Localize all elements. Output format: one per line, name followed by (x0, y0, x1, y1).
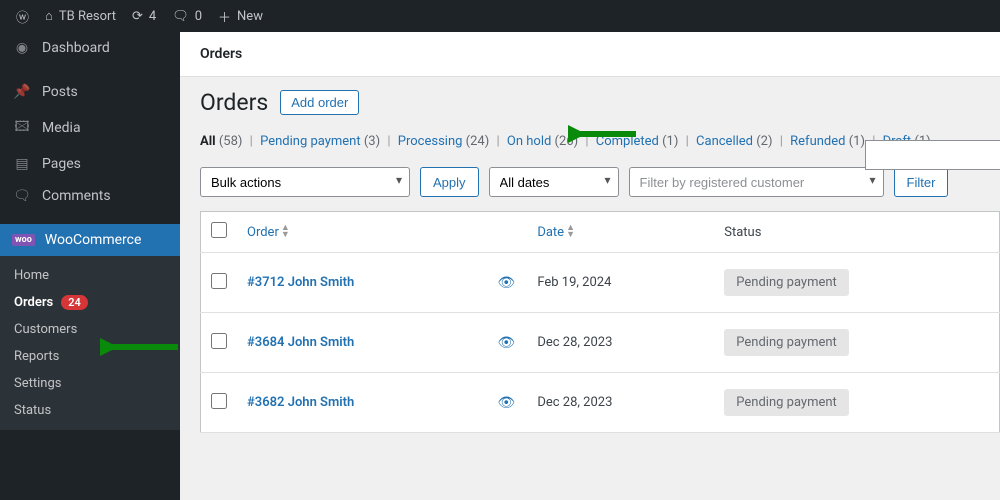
home-icon: ⌂ (45, 8, 53, 24)
status-badge: Pending payment (724, 269, 849, 296)
order-date: Feb 19, 2024 (527, 253, 714, 313)
sort-icon: ▲▼ (566, 225, 575, 239)
sidebar-submenu: Home Orders 24 Customers Reports Settings… (0, 256, 180, 430)
order-date: Dec 28, 2023 (527, 373, 714, 433)
sidebar-sub-reports[interactable]: Reports (0, 343, 180, 370)
table-row: #3712 John Smith 👁 Feb 19, 2024 Pending … (201, 253, 1000, 313)
sidebar-item-comments[interactable]: 🗨 Comments (0, 180, 180, 212)
comments-count: 0 (195, 9, 202, 24)
search-input[interactable] (865, 140, 1000, 170)
preview-eye-icon[interactable]: 👁 (497, 395, 515, 411)
status-badge: Pending payment (724, 329, 849, 356)
sidebar-sub-label: Reports (14, 349, 59, 364)
comment-icon: 🗨 (12, 188, 32, 204)
site-link[interactable]: ⌂ TB Resort (37, 0, 124, 32)
orders-table: Order▲▼ Date▲▼ Status #3712 John Smith 👁… (200, 211, 1000, 433)
site-name: TB Resort (59, 9, 116, 24)
pin-icon: 📌 (12, 84, 32, 100)
wordpress-icon: ⓦ (16, 7, 29, 26)
order-link[interactable]: #3712 John Smith (247, 275, 354, 290)
filter-label[interactable]: All (200, 134, 216, 149)
filter-link[interactable]: On hold (507, 134, 551, 149)
page-title: Orders (200, 89, 268, 116)
col-order[interactable]: Order▲▼ (237, 212, 487, 253)
sidebar-sub-home[interactable]: Home (0, 262, 180, 289)
preview-eye-icon[interactable]: 👁 (497, 275, 515, 291)
sidebar-item-label: Media (42, 120, 81, 136)
col-date[interactable]: Date▲▼ (527, 212, 714, 253)
status-badge: Pending payment (724, 389, 849, 416)
sidebar-sub-status[interactable]: Status (0, 397, 180, 424)
media-icon: 🖾 (12, 116, 32, 140)
sidebar-sub-orders[interactable]: Orders 24 (0, 289, 180, 316)
wp-logo[interactable]: ⓦ (8, 0, 37, 32)
preview-eye-icon[interactable]: 👁 (497, 335, 515, 351)
new-label: New (237, 9, 263, 24)
admin-sidebar: ◉ Dashboard 📌 Posts 🖾 Media ▤ Pages 🗨 Comment… (0, 32, 180, 500)
comment-icon: 🗨 (172, 9, 189, 24)
sidebar-sub-label: Home (14, 268, 49, 283)
updates-count: 4 (149, 9, 156, 24)
sidebar-item-label: Comments (42, 188, 111, 204)
filter-link[interactable]: Completed (596, 134, 659, 149)
apply-button[interactable]: Apply (420, 167, 479, 197)
page-icon: ▤ (12, 156, 32, 172)
filter-link[interactable]: Pending payment (260, 134, 361, 149)
sidebar-item-label: Dashboard (42, 40, 110, 56)
list-toolbar: Bulk actions Apply All dates Filter by r… (200, 167, 1000, 197)
filter-button[interactable]: Filter (894, 167, 949, 197)
comments-link[interactable]: 🗨0 (164, 0, 210, 32)
sidebar-item-media[interactable]: 🖾 Media (0, 108, 180, 148)
row-checkbox[interactable] (211, 333, 227, 349)
table-row: #3682 John Smith 👁 Dec 28, 2023 Pending … (201, 373, 1000, 433)
order-link[interactable]: #3684 John Smith (247, 335, 354, 350)
select-all-checkbox[interactable] (211, 222, 227, 238)
sidebar-item-woocommerce[interactable]: woo WooCommerce (0, 224, 180, 256)
row-checkbox[interactable] (211, 393, 227, 409)
sidebar-item-dashboard[interactable]: ◉ Dashboard (0, 32, 180, 64)
bulk-actions-select[interactable]: Bulk actions (200, 167, 410, 197)
orders-badge: 24 (61, 295, 88, 310)
plus-icon: ＋ (218, 7, 231, 26)
filter-link[interactable]: Refunded (790, 134, 845, 149)
sort-icon: ▲▼ (281, 225, 290, 239)
sidebar-sub-label: Status (14, 403, 51, 418)
col-status[interactable]: Status (714, 212, 999, 253)
woo-icon: woo (12, 234, 35, 246)
sidebar-item-posts[interactable]: 📌 Posts (0, 76, 180, 108)
updates-link[interactable]: ⟳4 (124, 0, 164, 32)
customer-filter-select[interactable]: Filter by registered customer (629, 167, 884, 197)
sidebar-sub-customers[interactable]: Customers (0, 316, 180, 343)
sidebar-sub-settings[interactable]: Settings (0, 370, 180, 397)
filter-link[interactable]: Processing (398, 134, 463, 149)
order-link[interactable]: #3682 John Smith (247, 395, 354, 410)
admin-topbar: ⓦ ⌂TB Resort ⟳4 🗨0 ＋New (0, 0, 1000, 32)
sidebar-sub-label: Customers (14, 322, 77, 337)
dates-select[interactable]: All dates (489, 167, 619, 197)
sidebar-item-label: Pages (42, 156, 81, 172)
new-content-link[interactable]: ＋ New (210, 0, 271, 32)
table-row: #3684 John Smith 👁 Dec 28, 2023 Pending … (201, 313, 1000, 373)
refresh-icon: ⟳ (132, 9, 143, 24)
order-date: Dec 28, 2023 (527, 313, 714, 373)
dashboard-icon: ◉ (12, 40, 32, 56)
row-checkbox[interactable] (211, 273, 227, 289)
sidebar-item-label: WooCommerce (45, 232, 142, 248)
sidebar-item-label: Posts (42, 84, 78, 100)
sidebar-sub-label: Orders (14, 295, 53, 310)
sidebar-sub-label: Settings (14, 376, 61, 391)
filter-link[interactable]: Cancelled (696, 134, 753, 149)
main-content: Orders Orders Add order All (58) | Pendi… (180, 32, 1000, 500)
sidebar-item-pages[interactable]: ▤ Pages (0, 148, 180, 180)
add-order-button[interactable]: Add order (280, 90, 359, 115)
breadcrumb: Orders (180, 32, 1000, 77)
